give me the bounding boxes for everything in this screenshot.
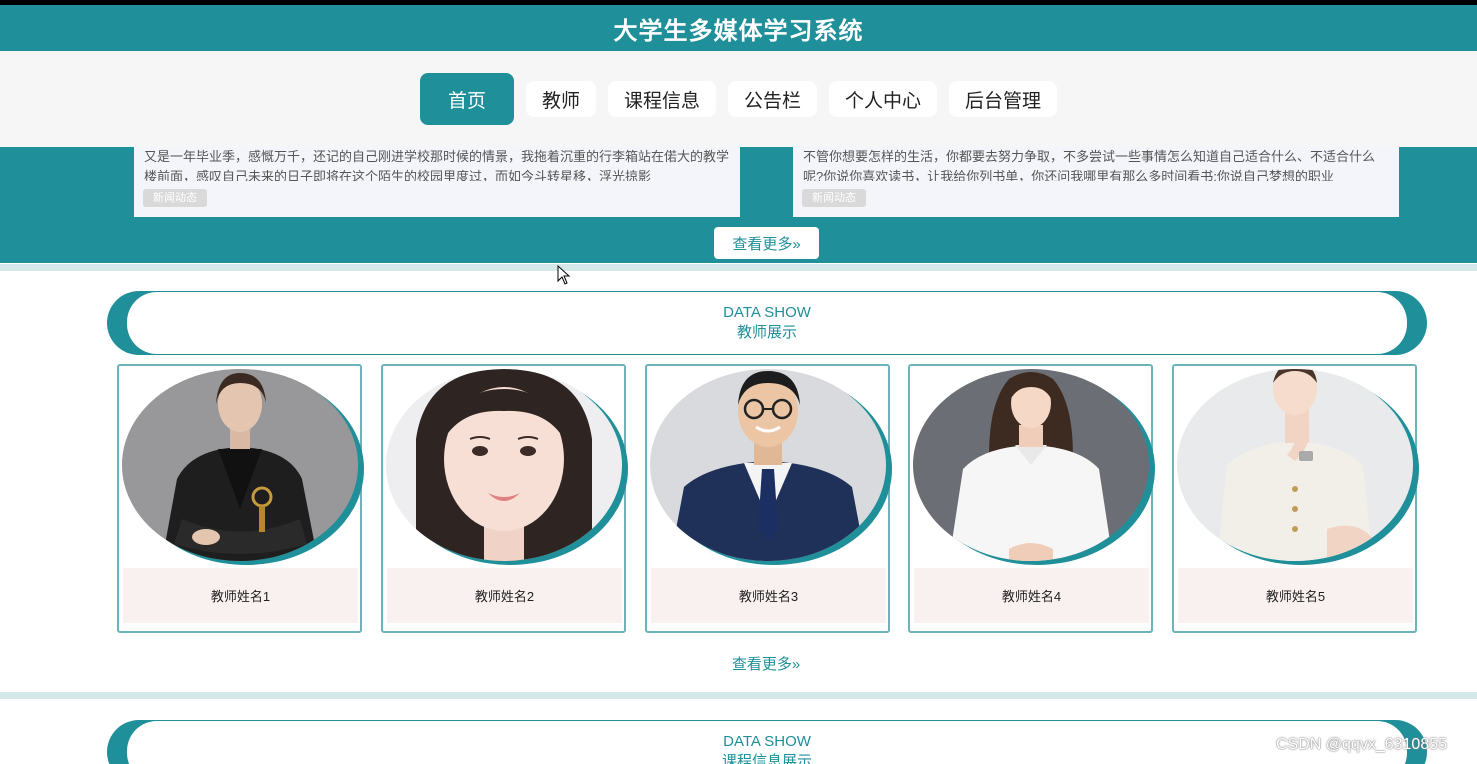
teacher-name: 教师姓名2 [387,568,622,623]
section-zh-title: 教师展示 [736,324,797,341]
teacher-card[interactable]: 教师姓名3 [645,364,892,633]
teacher-photo [122,369,358,561]
teacher-photo [386,369,622,561]
teacher-name: 教师姓名3 [651,568,886,623]
news-tag: 新闻动态 [802,189,866,207]
teacher-photo [1177,369,1413,561]
news-more-button[interactable]: 查看更多» [714,227,819,259]
section-divider [0,692,1477,699]
nav-bulletin[interactable]: 公告栏 [728,81,818,117]
section-en-title: DATA SHOW [723,733,811,750]
teacher-section-header: DATA SHOW 教师展示 [107,291,1427,355]
teacher-card[interactable]: 教师姓名5 [1172,364,1419,633]
watermark: CSDN @qqvx_6310855 [1276,736,1448,753]
nav-teachers[interactable]: 教师 [525,81,596,117]
news-card[interactable]: 不管你想要怎样的生活，你都要去努力争取，不多尝试一些事情怎么知道自己适合什么、不… [793,147,1399,217]
nav-home[interactable]: 首页 [419,73,514,125]
teacher-name: 教师姓名5 [1178,568,1413,623]
nav-personal-center[interactable]: 个人中心 [829,81,938,117]
news-summary: 又是一年毕业季，感慨万千，还记的自己刚进学校那时候的情景，我拖着沉重的行李箱站在… [144,149,730,181]
teacher-more-link[interactable]: 查看更多» [716,651,816,675]
teacher-name: 教师姓名4 [914,568,1149,623]
section-zh-title: 课程信息展示 [721,753,812,764]
teacher-card[interactable]: 教师姓名2 [381,364,628,633]
nav-admin[interactable]: 后台管理 [949,81,1058,117]
news-summary: 不管你想要怎样的生活，你都要去努力争取，不多尝试一些事情怎么知道自己适合什么、不… [803,149,1376,181]
teacher-card[interactable]: 教师姓名4 [908,364,1155,633]
news-card[interactable]: 又是一年毕业季，感慨万千，还记的自己刚进学校那时候的情景，我拖着沉重的行李箱站在… [134,147,740,217]
news-tag: 新闻动态 [143,189,207,207]
mouse-cursor-icon [557,264,571,290]
teacher-name: 教师姓名1 [123,568,358,623]
section-en-title: DATA SHOW [723,304,811,321]
course-section-header: DATA SHOW 课程信息展示 [107,720,1427,764]
main-nav: 首页 教师 课程信息 公告栏 个人中心 后台管理 [0,51,1477,147]
section-divider [0,264,1477,271]
teacher-card[interactable]: 教师姓名1 [117,364,364,633]
site-title: 大学生多媒体学习系统 [0,5,1477,51]
nav-course-info[interactable]: 课程信息 [607,81,716,117]
teacher-photo [650,369,886,561]
teacher-photo [913,369,1149,561]
